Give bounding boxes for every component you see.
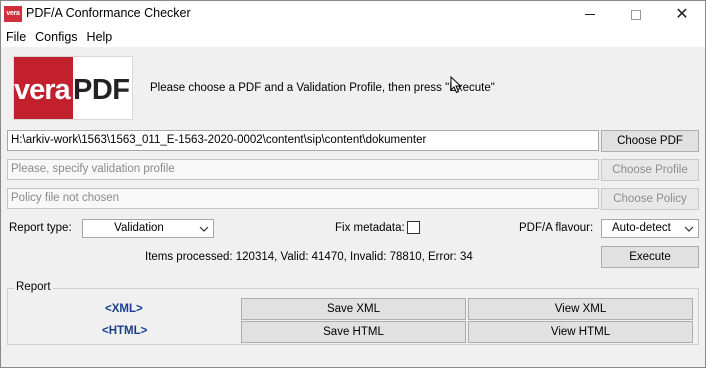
view-html-button[interactable]: View HTML [468, 321, 693, 343]
app-window: vera PDF/A Conformance Checker ✕ File Co… [0, 0, 706, 368]
logo-vera-text: vera [14, 74, 71, 106]
instructions-text: Please choose a PDF and a Validation Pro… [150, 82, 495, 94]
mouse-cursor-icon [450, 76, 462, 94]
choose-policy-button: Choose Policy [601, 188, 699, 210]
processing-stats: Items processed: 120314, Valid: 41470, I… [145, 251, 473, 263]
maximize-button[interactable] [613, 1, 659, 28]
report-type-label: Report type: [9, 222, 72, 234]
minimize-button[interactable] [567, 1, 613, 28]
fix-metadata-label: Fix metadata: [335, 222, 405, 234]
menu-bar: File Configs Help [1, 28, 705, 47]
chevron-down-icon [684, 226, 694, 232]
verapdf-logo: vera PDF [13, 56, 133, 120]
pdfa-flavour-select[interactable]: Auto-detect [601, 219, 699, 238]
pdfa-flavour-value: Auto-detect [612, 222, 671, 234]
report-group-title: Report [14, 281, 53, 293]
close-button[interactable]: ✕ [659, 1, 705, 28]
xml-report-link[interactable]: <XML> [105, 303, 143, 315]
title-bar: vera PDF/A Conformance Checker ✕ [1, 1, 705, 28]
validation-profile-field: Please, specify validation profile [7, 159, 599, 180]
save-xml-button[interactable]: Save XML [241, 298, 466, 320]
execute-button[interactable]: Execute [601, 246, 699, 268]
report-type-value: Validation [114, 222, 164, 234]
fix-metadata-checkbox[interactable] [407, 221, 420, 234]
pdf-path-field[interactable]: H:\arkiv-work\1563\1563_011_E-1563-2020-… [7, 130, 599, 151]
chevron-down-icon [199, 226, 209, 232]
view-xml-button[interactable]: View XML [468, 298, 693, 320]
save-html-button[interactable]: Save HTML [241, 321, 466, 343]
menu-configs[interactable]: Configs [31, 28, 81, 47]
minimize-icon [585, 14, 595, 15]
verapdf-app-icon: vera [4, 6, 22, 22]
pdfa-flavour-label: PDF/A flavour: [519, 222, 594, 234]
html-report-link[interactable]: <HTML> [102, 325, 147, 337]
maximize-icon [631, 9, 641, 20]
policy-file-field: Policy file not chosen [7, 188, 599, 209]
menu-help[interactable]: Help [83, 28, 117, 47]
choose-pdf-button[interactable]: Choose PDF [601, 130, 699, 152]
choose-profile-button: Choose Profile [601, 159, 699, 181]
close-icon: ✕ [675, 5, 689, 23]
report-type-select[interactable]: Validation [82, 219, 214, 238]
logo-pdf-text: PDF [73, 74, 130, 106]
window-title: PDF/A Conformance Checker [26, 6, 191, 20]
menu-file[interactable]: File [2, 28, 30, 47]
